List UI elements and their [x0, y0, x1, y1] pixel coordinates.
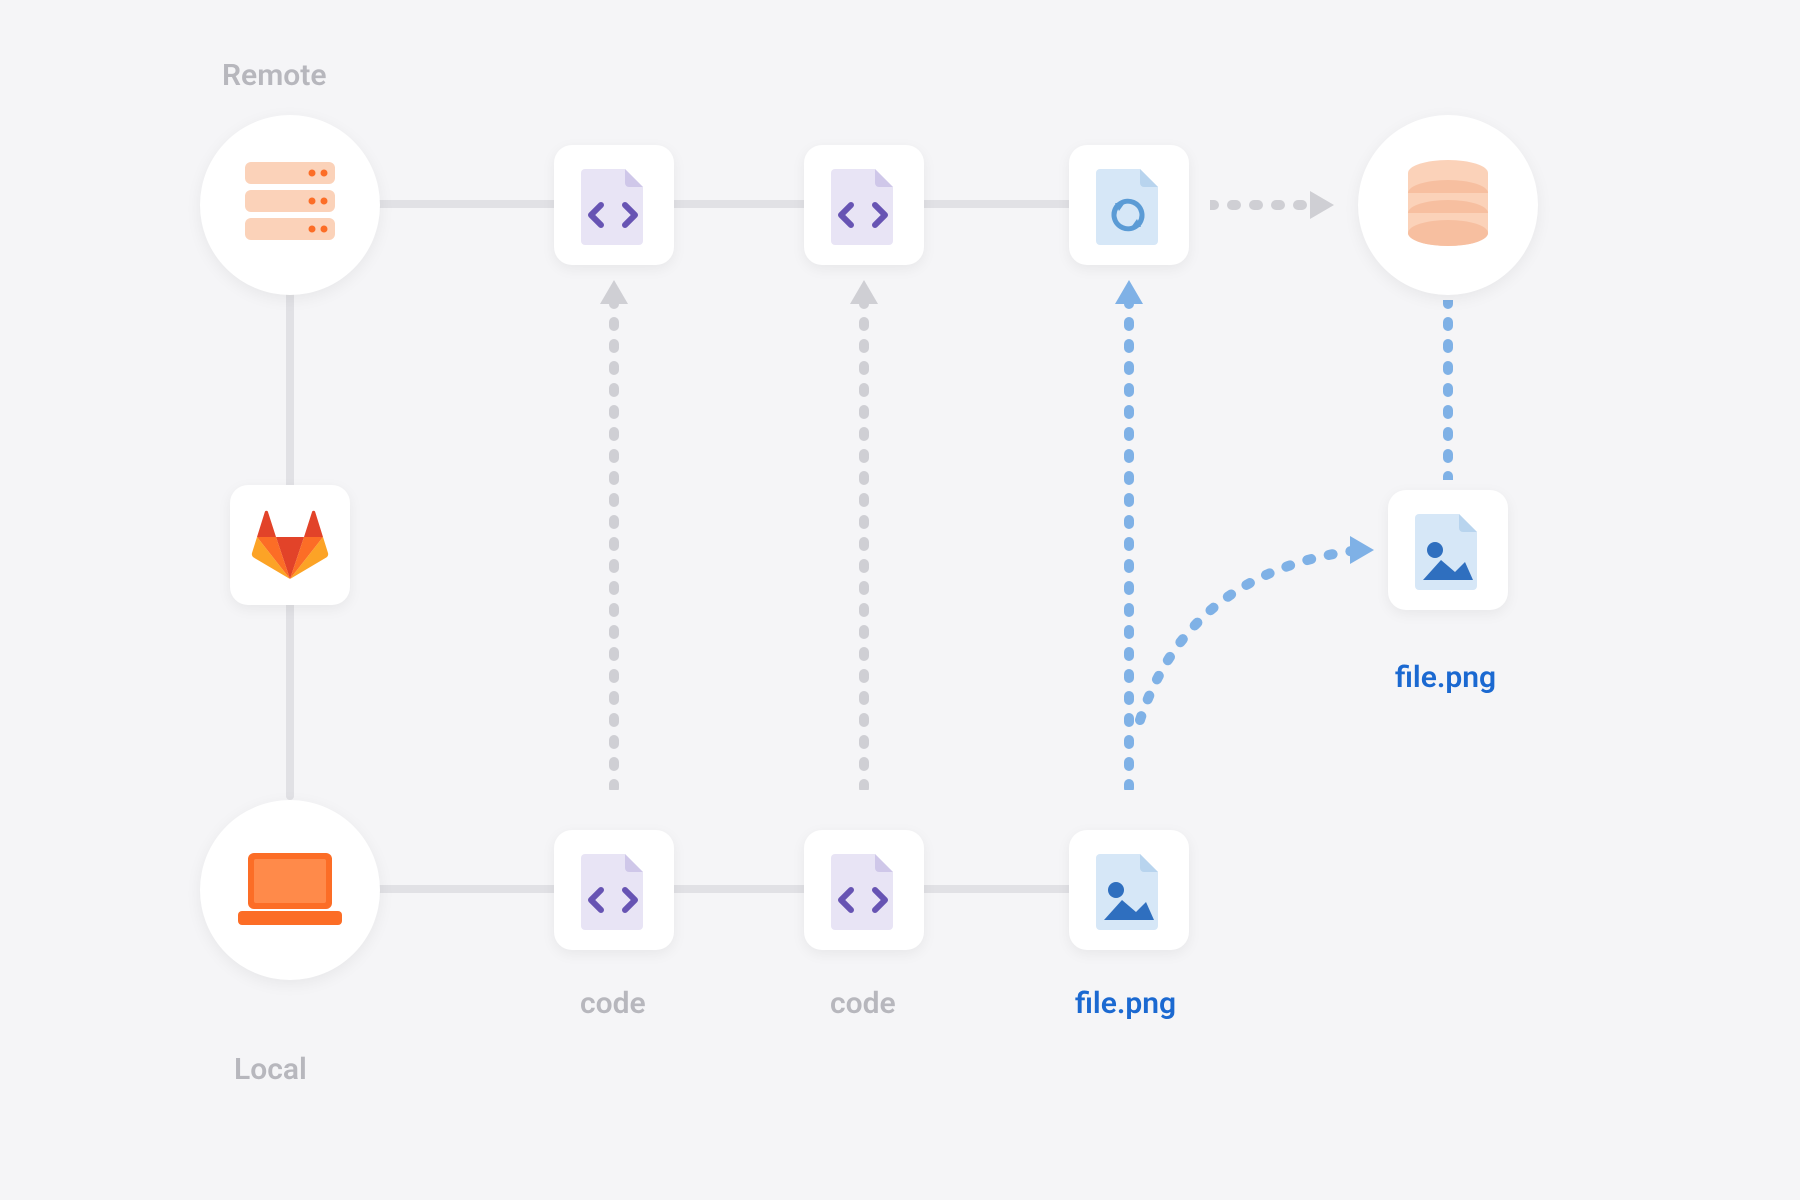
diagram-canvas: Remote Local code code file.png file.png [0, 0, 1800, 1200]
local-code-file-2 [804, 830, 924, 950]
remote-database-node [1358, 115, 1538, 295]
local-label: Local [234, 1052, 307, 1087]
dashed-arrow-code-1 [604, 300, 624, 790]
code-file-icon [581, 165, 647, 245]
image-file-icon [1096, 850, 1162, 930]
dashed-curve-image-to-remote [1130, 480, 1390, 730]
database-icon [1398, 155, 1498, 255]
remote-code-file-2 [804, 145, 924, 265]
remote-server-node [200, 115, 380, 295]
laptop-icon [230, 845, 350, 935]
code-file-icon [581, 850, 647, 930]
file-png-remote-label: file.png [1395, 660, 1496, 695]
sync-file-icon [1096, 165, 1162, 245]
remote-sync-file [1069, 145, 1189, 265]
gitlab-icon [251, 509, 329, 581]
local-image-file [1069, 830, 1189, 950]
connector-vertical-server-gitlab [286, 290, 294, 500]
arrowhead-curve-to-remote [1350, 536, 1374, 564]
arrowhead-image-up [1115, 280, 1143, 304]
connector-bottom-row [360, 885, 1100, 893]
code-file-icon [831, 165, 897, 245]
code-label-1: code [580, 986, 646, 1021]
gitlab-node [230, 485, 350, 605]
connector-vertical-gitlab-laptop [286, 590, 294, 800]
code-file-icon [831, 850, 897, 930]
remote-code-file-1 [554, 145, 674, 265]
connector-top-row [360, 200, 1100, 208]
remote-image-file [1388, 490, 1508, 610]
local-code-file-1 [554, 830, 674, 950]
image-file-icon [1415, 510, 1481, 590]
dashed-arrow-code-2 [854, 300, 874, 790]
dashed-arrow-db-to-image [1438, 300, 1458, 480]
local-laptop-node [200, 800, 380, 980]
arrowhead-code-2 [850, 280, 878, 304]
remote-label: Remote [222, 58, 326, 93]
arrowhead-code-1 [600, 280, 628, 304]
code-label-2: code [830, 986, 896, 1021]
file-png-local-label: file.png [1075, 986, 1176, 1021]
dashed-arrow-sync-to-db [1210, 195, 1310, 215]
server-icon [240, 160, 340, 250]
arrowhead-sync-to-db [1310, 191, 1334, 219]
